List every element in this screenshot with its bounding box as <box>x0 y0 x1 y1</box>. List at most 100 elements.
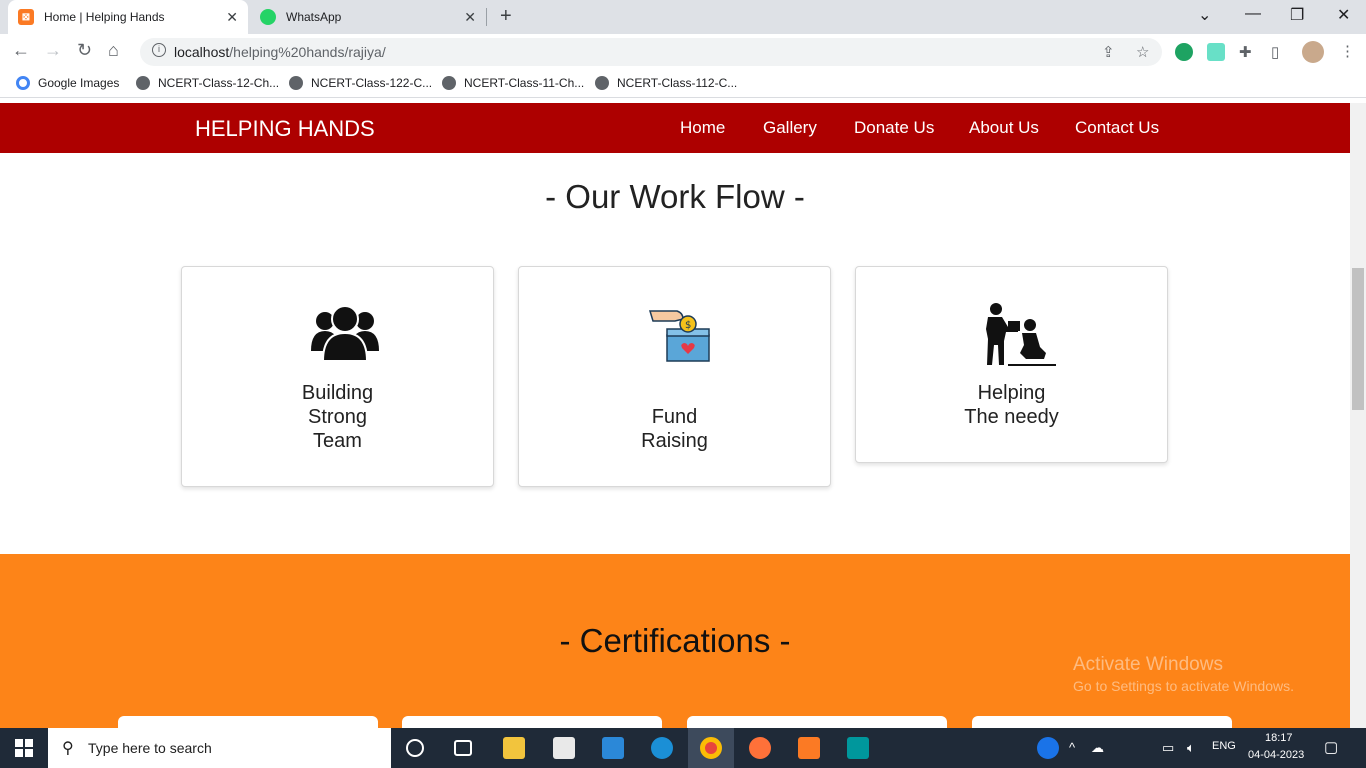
nav-contact[interactable]: Contact Us <box>1075 118 1159 138</box>
language-indicator[interactable]: ENG <box>1212 740 1236 752</box>
card-text-team: Building Strong Team <box>182 381 493 453</box>
whatsapp-icon <box>260 9 276 25</box>
task-view-icon[interactable] <box>454 740 472 756</box>
bookmark-ncert-122[interactable]: NCERT-Class-122-C... <box>289 76 432 90</box>
svg-text:$: $ <box>685 320 691 331</box>
browser-toolbar: ← → ↻ ⌂ i localhost/helping%20hands/raji… <box>0 34 1366 70</box>
bookmark-label: NCERT-Class-11-Ch... <box>464 76 585 90</box>
workflow-card-team: Building Strong Team <box>181 266 494 487</box>
mail-icon[interactable] <box>602 737 624 759</box>
nav-gallery[interactable]: Gallery <box>763 118 817 138</box>
arduino-icon[interactable] <box>847 737 869 759</box>
minimize-icon[interactable]: — <box>1245 5 1261 23</box>
windows-start-icon[interactable] <box>15 739 33 757</box>
home-icon[interactable]: ⌂ <box>108 40 119 61</box>
bookmark-google-images[interactable]: Google Images <box>16 76 119 90</box>
browser-tab-bar: ⊠ Home | Helping Hands ✕ WhatsApp ✕ + ⌄ … <box>0 0 1366 34</box>
back-icon[interactable]: ← <box>12 40 30 61</box>
side-panel-icon[interactable]: ▯ <box>1271 43 1279 61</box>
cortana-icon[interactable] <box>406 739 424 757</box>
close-window-icon[interactable]: ✕ <box>1337 5 1350 25</box>
workflow-card-helping: Helping The needy <box>855 266 1168 463</box>
share-icon[interactable]: ⇪ <box>1102 43 1115 61</box>
card-line: Strong <box>308 406 367 428</box>
card-line: Team <box>313 430 362 452</box>
page-scrollbar[interactable] <box>1350 103 1366 728</box>
profile-avatar[interactable] <box>1302 41 1324 63</box>
activate-windows-title: Activate Windows <box>1073 654 1223 675</box>
restore-icon[interactable]: ❐ <box>1290 5 1304 25</box>
tab-separator <box>486 8 487 26</box>
notification-icon[interactable]: ▢ <box>1324 738 1338 756</box>
forward-icon[interactable]: → <box>44 40 62 61</box>
network-icon[interactable]: ▭ <box>1162 740 1174 756</box>
card-text-helping: Helping The needy <box>856 381 1167 429</box>
bookmark-star-icon[interactable]: ☆ <box>1136 43 1149 61</box>
menu-kebab-icon[interactable]: ⋮ <box>1340 42 1355 60</box>
chrome-icon[interactable] <box>700 737 722 759</box>
nav-about[interactable]: About Us <box>969 118 1039 138</box>
microsoft-store-icon[interactable] <box>553 737 575 759</box>
bookmark-ncert-112[interactable]: NCERT-Class-112-C... <box>595 76 737 90</box>
workflow-card-fund: $ Fund Raising <box>518 266 831 487</box>
donation-box-icon: $ <box>648 310 710 362</box>
clock-time[interactable]: 18:17 <box>1265 732 1293 744</box>
card-line: Helping <box>977 382 1046 404</box>
help-icon[interactable] <box>1037 737 1059 759</box>
site-brand[interactable]: HELPING HANDS <box>195 116 375 142</box>
url-text[interactable]: localhost/helping%20hands/rajiya/ <box>174 44 386 60</box>
card-line: Building <box>301 382 374 404</box>
team-icon <box>311 305 379 362</box>
card-line: The needy <box>964 406 1059 428</box>
new-tab-button[interactable]: + <box>500 5 512 28</box>
edge-icon[interactable] <box>651 737 673 759</box>
workflow-title: - Our Work Flow - <box>545 178 805 215</box>
web-page: HELPING HANDS Home Gallery Donate Us Abo… <box>0 103 1350 728</box>
xampp-icon[interactable] <box>798 737 820 759</box>
bookmark-ncert-12[interactable]: NCERT-Class-12-Ch... <box>136 76 279 90</box>
certification-card <box>402 716 662 728</box>
address-bar[interactable]: i localhost/helping%20hands/rajiya/ ⇪ ☆ <box>140 38 1162 66</box>
file-explorer-icon[interactable] <box>503 737 525 759</box>
tab-whatsapp[interactable]: WhatsApp ✕ <box>250 0 486 34</box>
firefox-icon[interactable] <box>749 737 771 759</box>
google-icon <box>16 76 30 90</box>
tab-search-icon[interactable]: ⌄ <box>1198 5 1211 25</box>
close-tab-icon[interactable]: ✕ <box>226 9 238 26</box>
extensions-puzzle-icon[interactable]: ✚ <box>1239 43 1252 61</box>
volume-icon[interactable]: 🔈︎ <box>1187 740 1195 756</box>
close-tab-icon[interactable]: ✕ <box>464 9 476 26</box>
search-icon: ⚲ <box>62 740 74 757</box>
globe-icon <box>289 76 303 90</box>
tab-helping-hands[interactable]: ⊠ Home | Helping Hands ✕ <box>8 0 248 34</box>
certification-card <box>118 716 378 728</box>
certification-card <box>687 716 947 728</box>
scrollbar-thumb[interactable] <box>1352 268 1364 410</box>
reload-icon[interactable]: ↻ <box>77 40 92 61</box>
certifications-section: - Certifications - Activate Windows Go t… <box>0 554 1350 728</box>
globe-icon <box>595 76 609 90</box>
nav-donate[interactable]: Donate Us <box>854 118 934 138</box>
weather-icon[interactable]: ☁ <box>1091 740 1104 756</box>
certification-card <box>972 716 1232 728</box>
windows-taskbar: ⚲ Type here to search ^ ☁ ▭ 🔈︎ ENG 18:17… <box>0 728 1366 768</box>
taskbar-search-box[interactable]: ⚲ Type here to search <box>48 728 391 768</box>
activate-windows-subtitle: Go to Settings to activate Windows. <box>1073 678 1294 694</box>
bookmark-label: NCERT-Class-112-C... <box>617 76 738 90</box>
url-host: localhost <box>174 44 230 60</box>
tab-title: WhatsApp <box>286 10 342 24</box>
show-hidden-icons[interactable]: ^ <box>1069 740 1075 755</box>
url-path: /helping%20hands/rajiya/ <box>229 44 386 60</box>
bookmark-ncert-11[interactable]: NCERT-Class-11-Ch... <box>442 76 584 90</box>
nav-home[interactable]: Home <box>680 118 725 138</box>
clock-date[interactable]: 04-04-2023 <box>1248 749 1304 761</box>
globe-icon <box>442 76 456 90</box>
xampp-icon: ⊠ <box>18 9 34 25</box>
card-line: Fund <box>651 406 698 428</box>
card-text-fund: Fund Raising <box>519 405 830 453</box>
bookmark-label: NCERT-Class-12-Ch... <box>158 76 280 90</box>
extension-audio-icon[interactable] <box>1207 43 1225 61</box>
site-info-icon[interactable]: i <box>152 43 166 57</box>
extension-green-icon[interactable] <box>1175 43 1193 61</box>
tab-title: Home | Helping Hands <box>44 10 165 24</box>
